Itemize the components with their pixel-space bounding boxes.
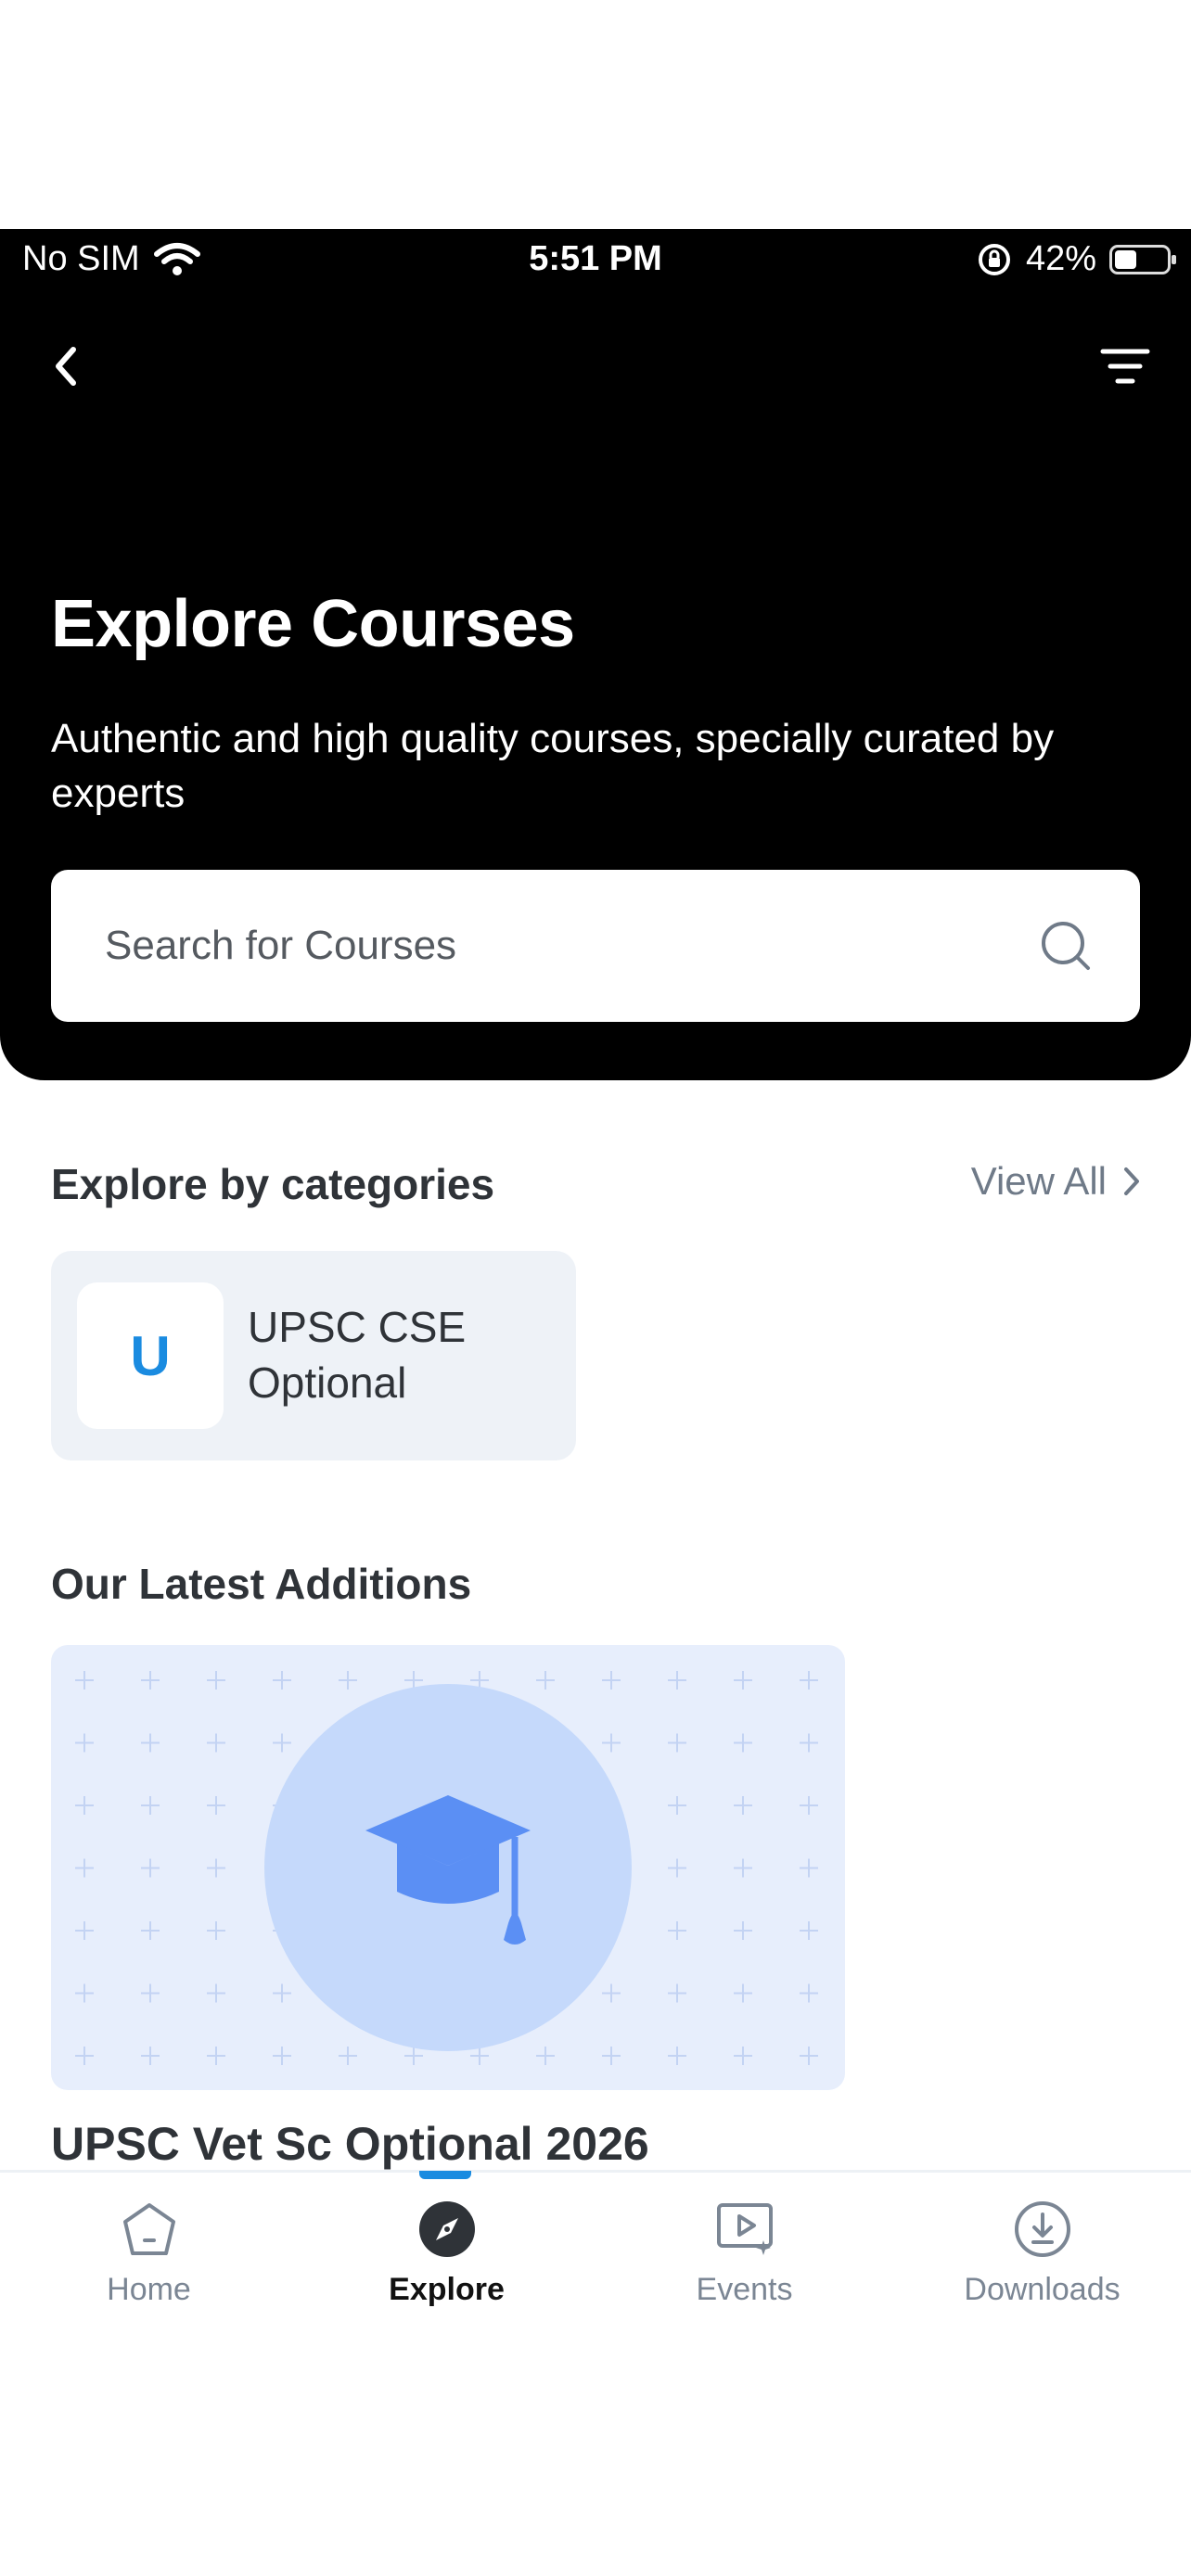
course-title[interactable]: UPSC Vet Sc Optional 2026 bbox=[51, 2117, 649, 2171]
category-label: UPSC CSE Optional bbox=[248, 1303, 467, 1407]
compass-icon bbox=[418, 2201, 475, 2257]
search-bar[interactable] bbox=[51, 870, 1140, 1022]
tab-downloads-label: Downloads bbox=[964, 2272, 1121, 2307]
chevron-left-icon bbox=[56, 347, 76, 386]
status-bar-right: 42% bbox=[976, 239, 1176, 279]
filter-icon bbox=[1100, 349, 1150, 384]
page-title: Explore Courses bbox=[51, 587, 575, 661]
tab-downloads[interactable]: Downloads bbox=[893, 2200, 1191, 2308]
view-all-label: View All bbox=[970, 1159, 1107, 1203]
tab-explore[interactable]: Explore bbox=[298, 2200, 596, 2308]
course-thumbnail[interactable] bbox=[51, 1645, 845, 2090]
chevron-right-icon bbox=[1124, 1167, 1139, 1195]
back-button[interactable] bbox=[37, 334, 93, 399]
orientation-lock-icon bbox=[978, 243, 1010, 275]
tab-events-label: Events bbox=[696, 2272, 793, 2307]
category-card[interactable]: U UPSC CSE Optional bbox=[51, 1251, 576, 1460]
battery-icon bbox=[1109, 244, 1176, 274]
latest-heading: Our Latest Additions bbox=[51, 1560, 472, 1608]
plus-pattern bbox=[51, 1645, 845, 2090]
view-all-link[interactable]: View All bbox=[971, 1159, 1140, 1204]
download-icon bbox=[1014, 2201, 1070, 2257]
battery-percent: 42% bbox=[1025, 239, 1096, 278]
filter-button[interactable] bbox=[1093, 334, 1158, 399]
home-icon bbox=[122, 2203, 175, 2255]
page-subtitle: Authentic and high quality courses, spec… bbox=[51, 716, 1055, 816]
search-input[interactable] bbox=[103, 922, 1038, 970]
active-tab-indicator bbox=[419, 2171, 471, 2179]
search-icon[interactable] bbox=[1038, 918, 1094, 974]
video-icon bbox=[716, 2203, 773, 2255]
category-avatar: U bbox=[77, 1282, 224, 1429]
tab-events[interactable]: Events bbox=[596, 2200, 893, 2308]
categories-heading: Explore by categories bbox=[51, 1160, 495, 1208]
tab-home[interactable]: Home bbox=[0, 2200, 298, 2308]
tab-home-label: Home bbox=[107, 2272, 191, 2307]
tab-explore-label: Explore bbox=[389, 2272, 505, 2307]
